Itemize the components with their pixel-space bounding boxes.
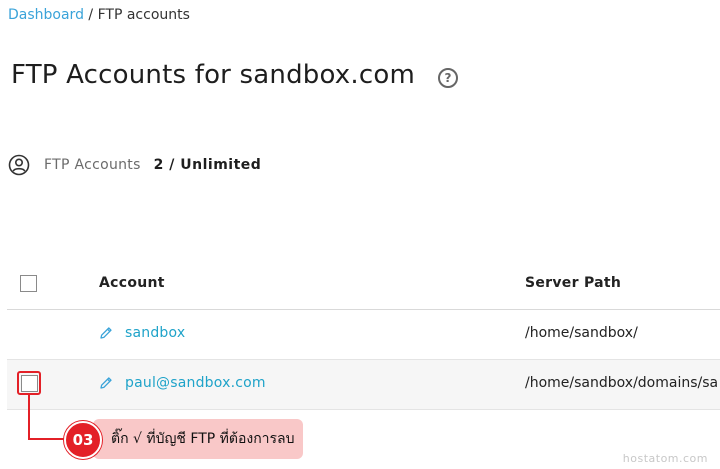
breadcrumb-current: FTP accounts <box>97 7 190 23</box>
column-header-account[interactable]: Account <box>99 275 165 291</box>
table-row: sandbox /home/sandbox/ <box>7 310 720 360</box>
account-cell: sandbox <box>99 325 185 341</box>
checkbox-highlight-box <box>17 371 41 395</box>
ftp-accounts-stat: FTP Accounts 2 / Unlimited <box>8 154 261 176</box>
page-title: FTP Accounts for sandbox.com <box>11 60 415 90</box>
instruction-callout: ติ๊ก √ ที่บัญชี FTP ที่ต้องการลบ <box>93 419 303 459</box>
select-all-checkbox[interactable] <box>20 275 37 292</box>
pencil-icon[interactable] <box>99 326 113 340</box>
callout-leader-line <box>28 395 30 439</box>
table-row: paul@sandbox.com /home/sandbox/domains/s… <box>7 360 720 410</box>
stat-value: 2 / Unlimited <box>153 157 262 173</box>
table-header: Account Server Path <box>7 258 720 310</box>
breadcrumb-dashboard-link[interactable]: Dashboard <box>8 7 84 23</box>
account-cell: paul@sandbox.com <box>99 375 266 391</box>
watermark: hostatom.com <box>622 452 708 465</box>
stat-label: FTP Accounts <box>44 157 141 173</box>
breadcrumb: Dashboard / FTP accounts <box>8 7 190 23</box>
account-link[interactable]: paul@sandbox.com <box>125 375 266 391</box>
breadcrumb-separator: / <box>83 7 98 23</box>
account-link[interactable]: sandbox <box>125 325 185 341</box>
question-circle-icon[interactable]: ? <box>438 68 458 88</box>
step-number-badge: 03 <box>64 421 102 459</box>
user-circle-icon <box>8 154 30 176</box>
server-path-cell: /home/sandbox/ <box>525 325 638 341</box>
pencil-icon[interactable] <box>99 376 113 390</box>
server-path-cell: /home/sandbox/domains/sa <box>525 375 719 391</box>
column-header-server-path[interactable]: Server Path <box>525 275 621 291</box>
